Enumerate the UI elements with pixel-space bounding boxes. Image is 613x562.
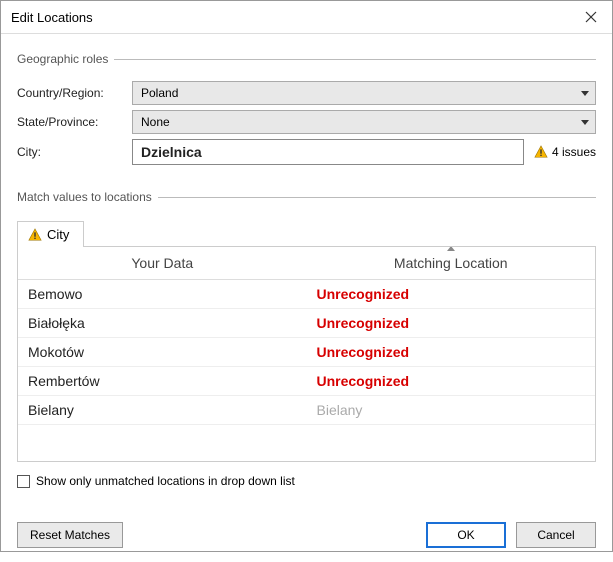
geographic-roles-legend: Geographic roles [17,52,114,66]
chevron-down-icon [581,91,589,96]
your-data-cell: Bemowo [18,280,307,308]
cancel-button[interactable]: Cancel [516,522,596,548]
table-row[interactable]: BielanyBielany [18,396,595,425]
city-row: City: 4 issues [17,139,596,165]
col-header-your-data[interactable]: Your Data [18,247,307,279]
right-buttons: OK Cancel [426,522,596,548]
state-value: None [141,115,170,129]
state-dropdown[interactable]: None [132,110,596,134]
matching-location-cell[interactable]: Unrecognized [307,367,596,395]
match-values-group: Match values to locations City Your Data… [17,190,596,488]
reset-matches-button[interactable]: Reset Matches [17,522,123,548]
ok-button[interactable]: OK [426,522,506,548]
warning-icon [534,145,548,159]
sort-ascending-icon [447,247,455,251]
match-values-legend: Match values to locations [17,190,158,204]
tabs: City [17,220,596,247]
your-data-cell: Bielany [18,396,307,424]
city-label: City: [17,145,132,159]
col-header-matching-location[interactable]: Matching Location [307,247,596,279]
state-label: State/Province: [17,115,132,129]
close-icon [585,11,597,23]
matching-location-cell[interactable]: Bielany [307,396,596,424]
show-unmatched-checkbox[interactable] [17,475,30,488]
matching-location-cell[interactable]: Unrecognized [307,338,596,366]
issues-text: 4 issues [552,145,596,159]
warning-icon [28,228,42,242]
chevron-down-icon [581,120,589,125]
dialog-content: Geographic roles Country/Region: Poland … [1,34,612,512]
tab-city-label: City [47,227,69,242]
grid-body: BemowoUnrecognizedBiałołękaUnrecognizedM… [18,280,595,425]
dialog-title: Edit Locations [11,10,93,25]
your-data-cell: Mokotów [18,338,307,366]
geographic-roles-group: Geographic roles Country/Region: Poland … [17,52,596,170]
edit-locations-dialog: Edit Locations Geographic roles Country/… [0,0,613,552]
table-row[interactable]: BemowoUnrecognized [18,280,595,309]
close-button[interactable] [578,7,604,27]
tab-city[interactable]: City [17,221,84,247]
state-row: State/Province: None [17,110,596,134]
country-dropdown[interactable]: Poland [132,81,596,105]
titlebar: Edit Locations [1,1,612,34]
city-input[interactable] [132,139,524,165]
table-row[interactable]: MokotówUnrecognized [18,338,595,367]
table-row[interactable]: BiałołękaUnrecognized [18,309,595,338]
country-value: Poland [141,86,178,100]
country-row: Country/Region: Poland [17,81,596,105]
show-unmatched-label: Show only unmatched locations in drop do… [36,474,295,488]
issues-indicator: 4 issues [534,145,596,159]
country-label: Country/Region: [17,86,132,100]
your-data-cell: Rembertów [18,367,307,395]
your-data-cell: Białołęka [18,309,307,337]
button-row: Reset Matches OK Cancel [1,512,612,562]
matching-location-cell[interactable]: Unrecognized [307,280,596,308]
matching-location-cell[interactable]: Unrecognized [307,309,596,337]
grid-header: Your Data Matching Location [18,247,595,280]
table-row[interactable]: RembertówUnrecognized [18,367,595,396]
show-unmatched-row: Show only unmatched locations in drop do… [17,474,596,488]
match-grid: Your Data Matching Location BemowoUnreco… [17,247,596,462]
